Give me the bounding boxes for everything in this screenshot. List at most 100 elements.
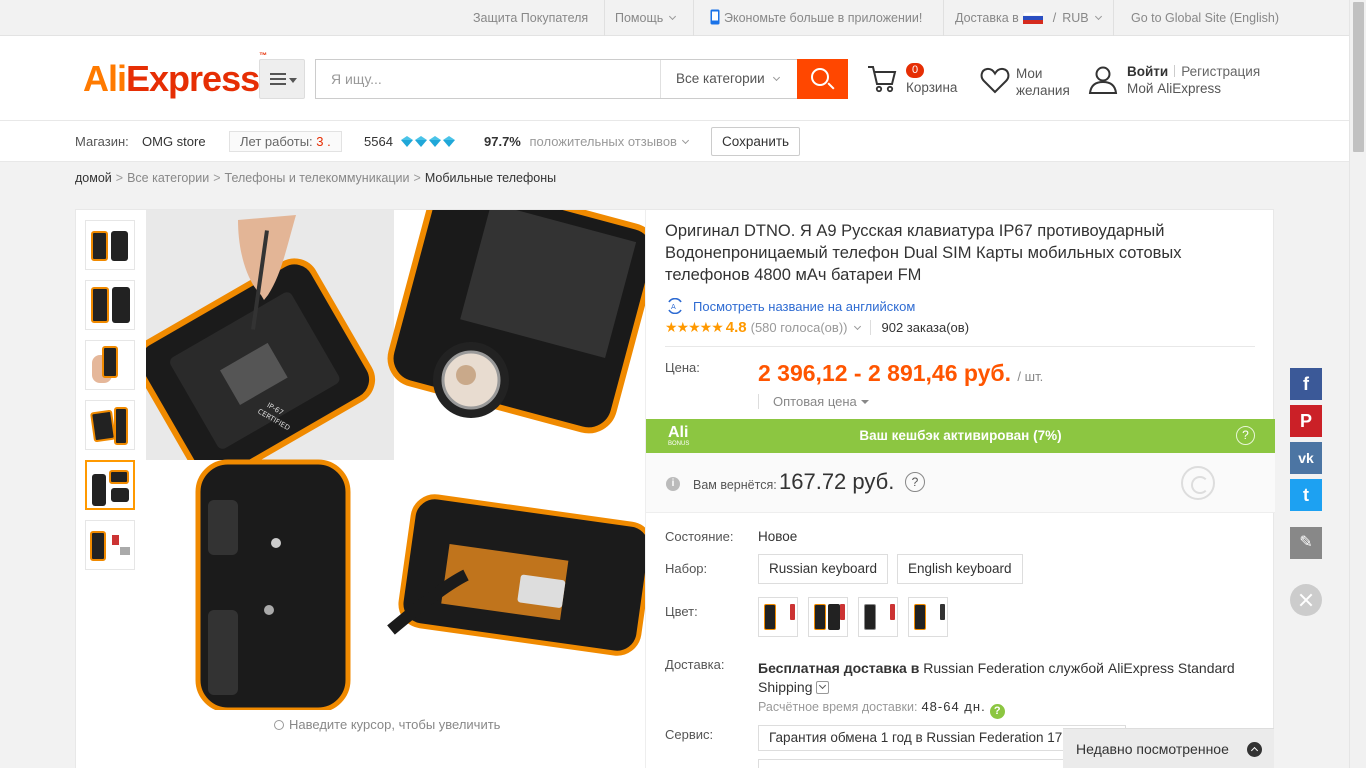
color-label: Цвет: [665,604,698,619]
twitter-share-button[interactable]: t [1290,479,1322,511]
caret-down-icon [860,400,869,404]
recently-viewed-label: Недавно посмотренное [1076,741,1229,757]
refresh-icon[interactable] [1181,466,1215,500]
info-icon[interactable]: i [666,477,680,491]
vk-share-button[interactable]: vk [1290,442,1322,474]
category-select[interactable]: Все категории [660,60,798,98]
help-icon[interactable]: ? [905,472,925,492]
site-header: AliExpress™ Все категории 0 Корзина Мои … [0,36,1349,121]
thumbnail-3[interactable] [85,340,135,390]
account-links: Войти Регистрация [1127,64,1260,79]
diamond-icon [442,136,456,147]
edit-button[interactable]: ✎ [1290,527,1322,559]
search-button[interactable] [797,59,848,99]
breadcrumb-home[interactable]: домой [75,171,112,185]
store-bar: Магазин: OMG store Лет работы: 3 . 5564 … [0,121,1349,162]
currency-separator: / [1052,11,1057,25]
thumbnail-4[interactable] [85,400,135,450]
product-title: Оригинал DTNO. Я A9 Русская клавиатура I… [665,222,1182,284]
recently-viewed-panel[interactable]: Недавно посмотренное [1063,728,1274,768]
chevron-down-icon [1094,12,1102,21]
thumbnail-2[interactable] [85,280,135,330]
phone-image [111,488,129,502]
store-score[interactable]: 5564 [364,121,457,162]
twitter-icon: t [1303,485,1309,505]
zoom-hint-text: Наведите курсор, чтобы увеличить [289,717,501,732]
breadcrumb-separator: > [115,171,124,185]
thumbnail-6[interactable] [85,520,135,570]
close-share-button[interactable] [1290,584,1322,616]
help-menu[interactable]: Помощь [615,0,677,36]
diamond-icon [414,136,428,147]
pinterest-icon: P [1299,411,1312,431]
color-swatch-2[interactable] [808,597,848,637]
wholesale-price-toggle[interactable]: Оптовая цена [758,394,869,409]
register-link[interactable]: Регистрация [1181,64,1260,79]
phone-image [90,531,106,561]
help-icon[interactable]: ? [1236,426,1255,445]
diamond-icon [400,136,414,147]
my-aliexpress-link[interactable]: Мой AliExpress [1127,81,1221,96]
divider [693,0,694,36]
categories-menu-button[interactable] [259,59,305,99]
vk-icon: vk [1298,450,1314,466]
rating-value: 4.8 [725,319,747,336]
set-option-english-keyboard[interactable]: English keyboard [897,554,1023,584]
color-swatch-4[interactable] [908,597,948,637]
condition-label: Состояние: [665,529,734,544]
scrollbar-thumb[interactable] [1353,2,1364,152]
global-site-link[interactable]: Go to Global Site (English) [1131,0,1279,36]
product-panel: IP-67 CERTIFIED Наведите курсор, чтобы у… [75,209,1275,768]
breadcrumb-phones[interactable]: Телефоны и телекоммуникации [225,171,410,185]
thumbnail-1[interactable] [85,220,135,270]
ship-to-label: Доставка в [955,11,1019,25]
signin-link[interactable]: Войти [1127,64,1168,79]
phone-image [111,231,128,261]
eta-help-icon[interactable]: ? [989,704,1005,719]
facebook-share-button[interactable]: f [1290,368,1322,400]
positive-pct: 97.7% [484,134,521,149]
phone-image [90,409,116,443]
save-store-button[interactable]: Сохранить [711,127,801,156]
translate-title-link[interactable]: A Посмотреть название на английском [665,295,915,314]
star-rating-icon: ★★★★★ [665,319,724,335]
accessory-image [890,604,895,620]
cart-button[interactable]: 0 Корзина [866,63,966,104]
thumbnail-list [85,220,137,580]
color-swatch-1[interactable] [758,597,798,637]
color-swatch-3[interactable] [858,597,898,637]
page-scrollbar[interactable] [1349,0,1366,768]
hamburger-icon [270,73,286,85]
divider [1174,65,1176,77]
translate-label: Посмотреть название на английском [693,299,916,314]
store-name-link[interactable]: OMG store [142,121,206,162]
logo-ali: Ali [83,58,127,99]
accessory-image [940,604,945,620]
accessory-image [120,547,130,555]
wishlist-button[interactable]: Мои желания [980,64,1080,104]
free-shipping-label: Бесплатная доставка в [758,660,920,676]
positive-feedback[interactable]: 97.7% положительных отзывов [484,121,690,162]
app-promo-link[interactable]: Экономьте больше в приложении! [710,0,922,36]
breadcrumb-mobile-phones[interactable]: Мобильные телефоны [425,171,556,185]
breadcrumb-all-categories[interactable]: Все категории [127,171,209,185]
breadcrumb-separator: > [213,171,221,185]
chevron-down-icon [669,12,677,21]
service-label: Сервис: [665,727,714,742]
magnifier-icon [274,720,284,730]
aliexpress-logo[interactable]: AliExpress™ [83,51,267,100]
set-option-russian-keyboard[interactable]: Russian keyboard [758,554,889,584]
phone-image [112,287,130,323]
buyer-protection-link[interactable]: Защита Покупателя [473,0,588,36]
search-input[interactable] [316,60,659,98]
cashback-amount-box: i Вам вернётся: 167.72 руб. ? [646,453,1275,513]
ship-to-selector[interactable]: Доставка в / RUB [955,0,1102,36]
phone-image [102,346,118,378]
thumbnail-5[interactable] [85,460,135,510]
pinterest-share-button[interactable]: P [1290,405,1322,437]
breadcrumb-separator: > [413,171,421,185]
shipping-dropdown[interactable] [815,681,829,694]
rating-summary[interactable]: ★★★★★ 4.8 (580 голоса(ов)) 902 заказа(ов) [665,319,970,336]
chevron-down-icon [772,73,780,82]
main-product-image[interactable]: IP-67 CERTIFIED [146,210,646,710]
